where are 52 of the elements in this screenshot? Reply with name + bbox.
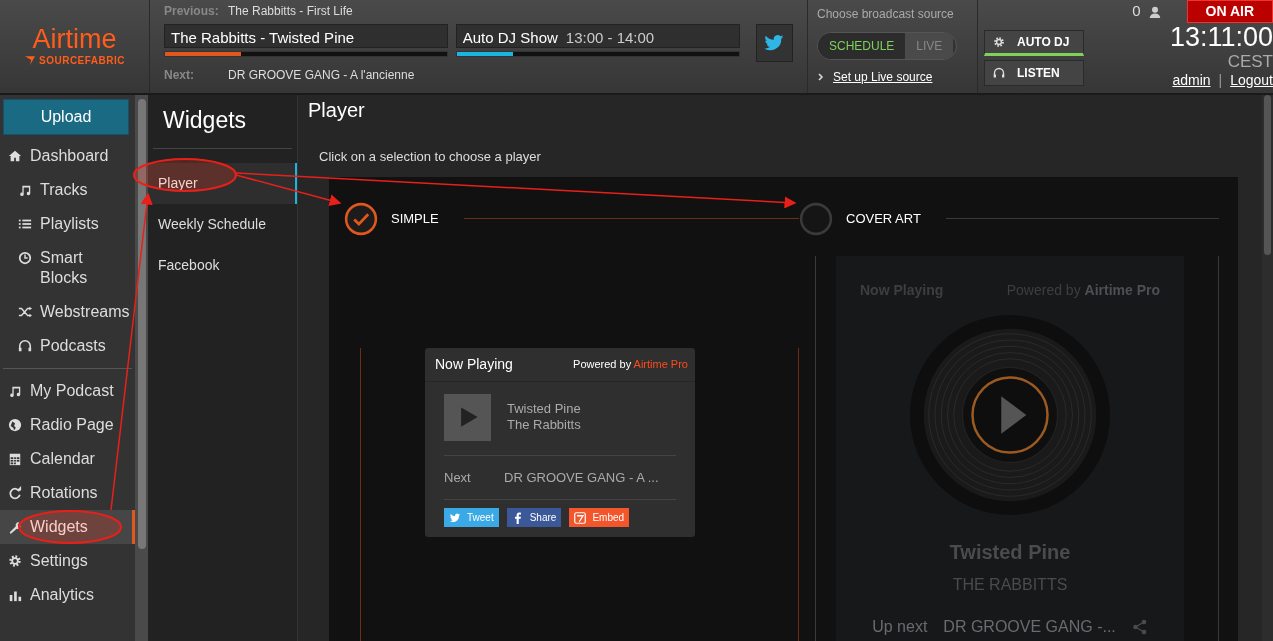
next-track: DR GROOVE GANG - A ...: [504, 468, 659, 487]
sidebar-item[interactable]: Widgets: [0, 510, 135, 544]
next-track: DR GROOVE GANG -...: [943, 616, 1116, 637]
upload-button[interactable]: Upload: [3, 99, 129, 135]
option-label: COVER ART: [846, 209, 921, 228]
sidebar-item[interactable]: Podcasts: [0, 329, 135, 363]
sidebar-item[interactable]: Webstreams: [0, 295, 135, 329]
track-title: Twisted Pine: [507, 401, 581, 417]
sidebar-item[interactable]: Dashboard: [0, 139, 135, 173]
sidebar-item[interactable]: Tracks: [0, 173, 135, 207]
clock-time: 13:11:00: [1169, 23, 1273, 53]
subnav-item[interactable]: Weekly Schedule: [148, 203, 297, 245]
user-link[interactable]: admin: [1172, 69, 1211, 91]
previous-label: Previous:: [164, 3, 220, 20]
listener-count: 0: [1132, 1, 1141, 22]
previous-track: The Rabbitts - First Life: [228, 3, 353, 20]
sidebar-item[interactable]: Playlists: [0, 207, 135, 241]
option-label: SIMPLE: [391, 209, 439, 228]
subnav-item[interactable]: Facebook: [148, 244, 297, 286]
show-name: Auto DJ Show: [462, 28, 558, 45]
page-title: Player: [308, 98, 366, 123]
logout-link[interactable]: Logout: [1230, 69, 1273, 91]
next-track: DR GROOVE GANG - A l'ancienne: [228, 67, 415, 84]
share-button[interactable]: Share: [506, 508, 562, 527]
track-artist: The Rabbitts: [507, 417, 581, 433]
source-toggle[interactable]: SCHEDULE: [818, 33, 906, 59]
live-source-link[interactable]: Set up Live source: [833, 68, 933, 86]
next-label: Next:: [164, 67, 195, 84]
sidebar-item[interactable]: Rotations: [0, 476, 135, 510]
instruction-text: Click on a selection to choose a player: [319, 148, 542, 166]
sidebar-item[interactable]: Calendar: [0, 442, 135, 476]
widget-heading: Now Playing: [435, 354, 513, 374]
next-label: Next: [444, 468, 472, 487]
timezone: CEST: [1227, 52, 1273, 70]
sidebar-item[interactable]: Analytics: [0, 578, 135, 612]
sidebar-item[interactable]: My Podcast: [0, 374, 135, 408]
powered-by-text: Powered by Airtime Pro: [573, 356, 688, 372]
logo-text: Airtime: [32, 25, 117, 53]
broadcast-label: Choose broadcast source: [817, 6, 955, 23]
separator: |: [1218, 70, 1223, 90]
mode-button[interactable]: LISTEN: [984, 60, 1084, 86]
sidebar-item[interactable]: Radio Page: [0, 408, 135, 442]
current-track: The Rabbitts - Twisted Pine: [164, 24, 448, 48]
logo-subtitle: SOURCEFABRIC: [39, 53, 125, 68]
sidebar-item[interactable]: Settings: [0, 544, 135, 578]
show-time: 13:00 - 14:00: [565, 28, 655, 45]
sidebar-item[interactable]: Smart Blocks: [0, 241, 135, 295]
next-label: Up next: [872, 616, 928, 637]
on-air-badge: ON AIR: [1186, 0, 1273, 23]
subnav-item[interactable]: Player: [148, 162, 297, 204]
mode-button[interactable]: AUTO DJ: [984, 30, 1084, 56]
subnav-title: Widgets: [153, 103, 292, 149]
